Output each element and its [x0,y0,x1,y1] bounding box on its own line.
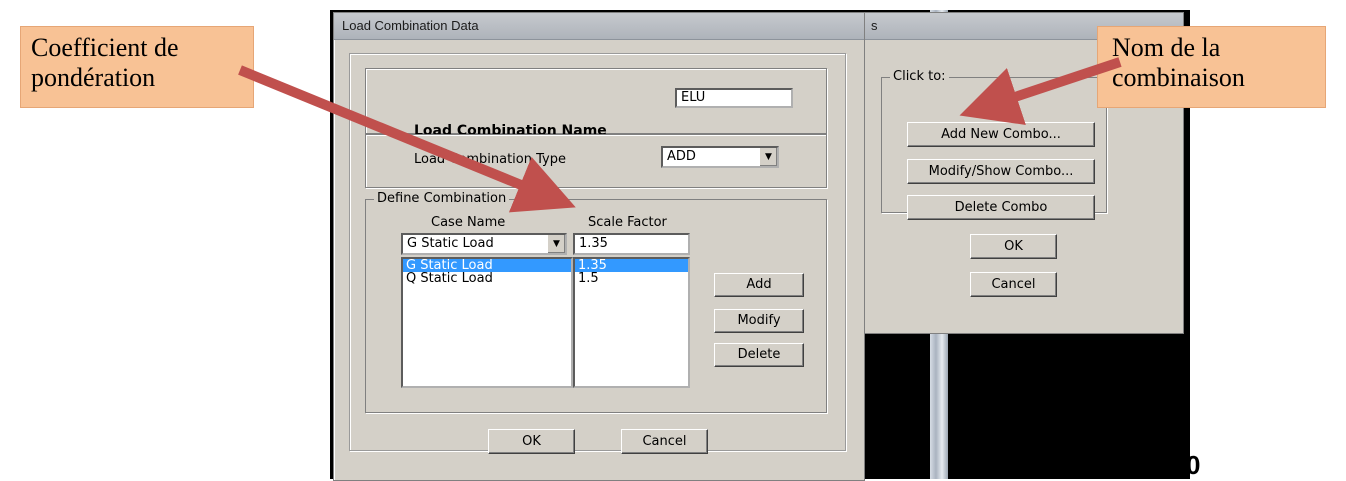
callout-scale-factor: Coefficient de pondération [20,26,254,108]
delete-button[interactable]: Delete [714,343,804,367]
modify-show-combo-button[interactable]: Modify/Show Combo... [907,159,1095,184]
dialog-title: Load Combination Data [342,18,479,33]
callout-left-line2: pondération [31,63,156,92]
case-name-value: G Static Load [407,236,494,251]
load-combination-data-dialog: Load Combination Data Load Combination N… [333,12,865,481]
list-item[interactable]: Q Static Load [403,272,571,285]
case-name-list[interactable]: G Static Load Q Static Load [401,257,573,388]
scale-factor-list[interactable]: 1.35 1.5 [573,257,690,388]
list-item[interactable]: 1.5 [575,272,688,285]
background-digit: 0 [1186,450,1201,480]
ok-button[interactable]: OK [488,429,575,454]
scale-factor-header: Scale Factor [588,215,667,230]
combination-type-value: ADD [667,149,696,164]
modify-button[interactable]: Modify [714,309,804,333]
delete-combo-button[interactable]: Delete Combo [907,195,1095,220]
callout-combination-name: Nom de la combinaison [1097,26,1326,108]
right-cancel-button[interactable]: Cancel [970,272,1057,297]
callout-left-line1: Coefficient de [31,33,179,62]
add-new-combo-button[interactable]: Add New Combo... [907,122,1095,147]
define-combination-label: Define Combination [374,191,510,206]
add-button[interactable]: Add [714,273,804,297]
callout-right-line1: Nom de la [1112,33,1221,62]
load-combinations-title: s [871,18,878,33]
cancel-button[interactable]: Cancel [621,429,708,454]
combination-type-label: Load Combination Type [414,152,566,167]
combination-name-input[interactable]: ELU [675,88,793,108]
scale-factor-input[interactable]: 1.35 [573,233,690,255]
case-name-select[interactable]: G Static Load ▼ [401,233,567,255]
callout-right-line2: combinaison [1112,63,1245,92]
click-to-label: Click to: [890,69,949,84]
chevron-down-icon[interactable]: ▼ [547,235,565,253]
dialog-titlebar: Load Combination Data [334,13,864,40]
combination-type-select[interactable]: ADD ▼ [661,146,779,168]
right-ok-button[interactable]: OK [970,234,1057,259]
chevron-down-icon[interactable]: ▼ [759,148,777,166]
case-name-header: Case Name [431,215,506,230]
